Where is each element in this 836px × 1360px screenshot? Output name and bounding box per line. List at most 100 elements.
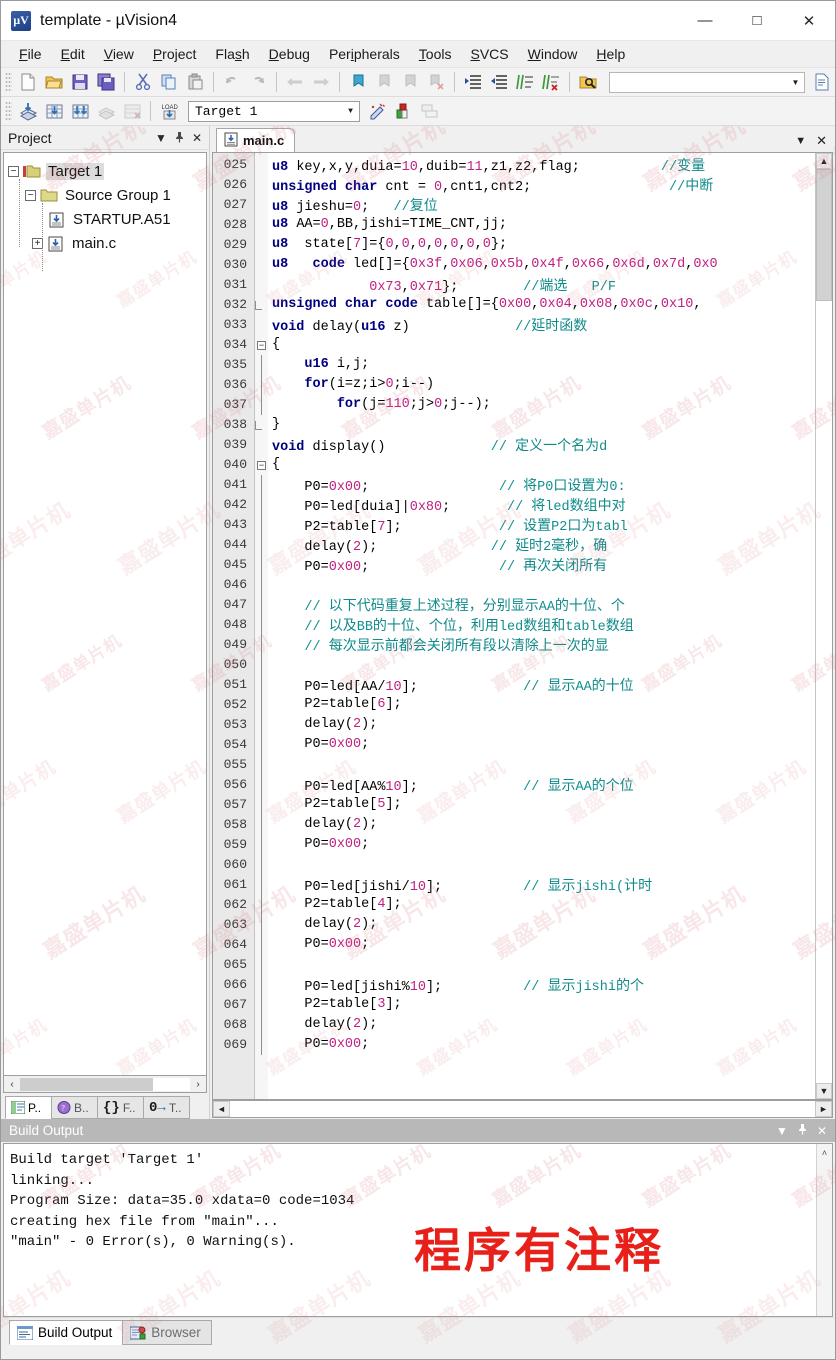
code-line[interactable]: P2=table[7]; // 设置P2口为tabl bbox=[268, 515, 815, 535]
editor-tab-close-icon[interactable]: ✕ bbox=[816, 133, 827, 149]
save-icon[interactable] bbox=[67, 70, 93, 95]
code-line[interactable]: P0=0x00; bbox=[268, 1035, 815, 1055]
code-line[interactable]: for(i=z;i>0;i--) bbox=[268, 375, 815, 395]
code-line[interactable]: P2=table[6]; bbox=[268, 695, 815, 715]
scroll-right-button[interactable]: › bbox=[190, 1077, 206, 1092]
code-line[interactable]: delay(2); bbox=[268, 815, 815, 835]
editor-vscrollbar[interactable]: ▲ ▼ bbox=[815, 153, 832, 1099]
uncomment-icon[interactable] bbox=[538, 70, 564, 95]
code-line[interactable] bbox=[268, 955, 815, 975]
project-tree-hscrollbar[interactable]: ‹ › bbox=[3, 1076, 207, 1093]
tree-node-startup-a51[interactable]: STARTUP.A51 bbox=[8, 207, 206, 231]
bookmark-clear-icon[interactable] bbox=[423, 70, 449, 95]
fold-marker[interactable] bbox=[255, 535, 268, 555]
comment-icon[interactable] bbox=[512, 70, 538, 95]
menu-tools[interactable]: Tools bbox=[410, 44, 462, 64]
project-tree[interactable]: − Target 1 − Source Group 1 bbox=[3, 152, 207, 1076]
fold-marker[interactable] bbox=[255, 955, 268, 975]
code-line[interactable]: u8 state[7]={0,0,0,0,0,0,0}; bbox=[268, 235, 815, 255]
fold-marker[interactable] bbox=[255, 395, 268, 415]
build-target-icon[interactable] bbox=[41, 99, 67, 124]
manage-components-icon[interactable] bbox=[390, 99, 416, 124]
code-line[interactable]: P2=table[5]; bbox=[268, 795, 815, 815]
tab-main-c[interactable]: main.c bbox=[216, 128, 295, 152]
fold-marker[interactable] bbox=[255, 715, 268, 735]
code-text[interactable]: u8 key,x,y,duia=10,duib=11,z1,z2,flag; /… bbox=[268, 153, 815, 1099]
code-line[interactable]: unsigned char code table[]={0x00,0x04,0x… bbox=[268, 295, 815, 315]
project-tab-1[interactable]: ?B.. bbox=[51, 1096, 98, 1119]
bookmark-next-icon[interactable] bbox=[397, 70, 423, 95]
outdent-icon[interactable] bbox=[486, 70, 512, 95]
code-folding-margin[interactable]: −− bbox=[255, 153, 268, 1099]
scroll-track[interactable] bbox=[230, 1101, 815, 1117]
code-line[interactable]: P0=0x00; bbox=[268, 835, 815, 855]
code-line[interactable]: u8 AA=0,BB,jishi=TIME_CNT,jj; bbox=[268, 215, 815, 235]
menu-help[interactable]: Help bbox=[587, 44, 635, 64]
undo-icon[interactable] bbox=[219, 70, 245, 95]
navigate-back-icon[interactable] bbox=[282, 70, 308, 95]
code-line[interactable]: // 以下代码重复上述过程，分别显示AA的十位、个 bbox=[268, 595, 815, 615]
text-document-icon[interactable] bbox=[809, 70, 835, 95]
menu-project[interactable]: Project bbox=[144, 44, 207, 64]
indent-icon[interactable] bbox=[460, 70, 486, 95]
fold-marker[interactable] bbox=[255, 1015, 268, 1035]
minimize-button[interactable]: — bbox=[679, 1, 731, 41]
scroll-left-button[interactable]: ‹ bbox=[4, 1077, 20, 1092]
code-line[interactable]: P0=0x00; // 将P0口设置为0: bbox=[268, 475, 815, 495]
chevron-down-icon[interactable]: ▼ bbox=[787, 73, 804, 92]
fold-marker[interactable] bbox=[255, 595, 268, 615]
editor-tab-menu-icon[interactable]: ▼ bbox=[795, 135, 806, 147]
fold-marker[interactable] bbox=[255, 655, 268, 675]
download-icon[interactable]: LOAD bbox=[156, 99, 182, 124]
cut-icon[interactable] bbox=[130, 70, 156, 95]
find-combo-box[interactable]: ▼ bbox=[609, 72, 805, 93]
new-file-icon[interactable] bbox=[15, 70, 41, 95]
maximize-button[interactable]: □ bbox=[731, 1, 783, 41]
menu-debug[interactable]: Debug bbox=[260, 44, 320, 64]
target-options-icon[interactable] bbox=[364, 99, 390, 124]
tree-node-target[interactable]: − Target 1 bbox=[8, 159, 206, 183]
navigate-forward-icon[interactable] bbox=[308, 70, 334, 95]
target-select[interactable]: Target 1 ▼ bbox=[188, 101, 360, 122]
toolbar-grip[interactable] bbox=[5, 101, 12, 121]
code-line[interactable]: P0=led[jishi/10]; // 显示jishi(计时 bbox=[268, 875, 815, 895]
code-line[interactable]: // 每次显示前都会关闭所有段以清除上一次的显 bbox=[268, 635, 815, 655]
pin-icon[interactable] bbox=[174, 131, 185, 145]
build-output-vscrollbar[interactable]: ˄ bbox=[816, 1144, 832, 1316]
code-editor[interactable]: 0250260270280290300310320330340350360370… bbox=[212, 152, 833, 1100]
fold-marker[interactable]: − bbox=[255, 335, 268, 355]
fold-marker[interactable] bbox=[255, 635, 268, 655]
fold-marker[interactable] bbox=[255, 855, 268, 875]
project-tab-2[interactable]: {}F.. bbox=[97, 1096, 144, 1119]
fold-marker[interactable] bbox=[255, 615, 268, 635]
fold-marker[interactable] bbox=[255, 675, 268, 695]
scroll-down-button[interactable]: ▼ bbox=[816, 1083, 832, 1099]
fold-marker[interactable] bbox=[255, 935, 268, 955]
panel-menu-chevron-icon[interactable]: ▼ bbox=[155, 132, 167, 144]
fold-marker[interactable] bbox=[255, 375, 268, 395]
rebuild-all-icon[interactable] bbox=[67, 99, 93, 124]
code-line[interactable]: // 以及BB的十位、个位，利用led数组和table数组 bbox=[268, 615, 815, 635]
menu-file[interactable]: File bbox=[10, 44, 52, 64]
panel-menu-chevron-icon[interactable]: ▼ bbox=[776, 1124, 788, 1138]
code-line[interactable]: delay(2); bbox=[268, 1015, 815, 1035]
batch-build-icon[interactable] bbox=[93, 99, 119, 124]
open-file-icon[interactable] bbox=[41, 70, 67, 95]
code-line[interactable]: P0=led[AA/10]; // 显示AA的十位 bbox=[268, 675, 815, 695]
fold-marker[interactable] bbox=[255, 695, 268, 715]
scroll-thumb[interactable] bbox=[20, 1078, 153, 1091]
fold-marker[interactable] bbox=[255, 875, 268, 895]
code-line[interactable]: P0=led[duia]|0x80; // 将led数组中对 bbox=[268, 495, 815, 515]
fold-marker[interactable] bbox=[255, 515, 268, 535]
code-line[interactable]: P0=led[jishi%10]; // 显示jishi的个 bbox=[268, 975, 815, 995]
code-line[interactable]: { bbox=[268, 455, 815, 475]
bookmark-prev-icon[interactable] bbox=[371, 70, 397, 95]
fold-marker[interactable] bbox=[255, 895, 268, 915]
scroll-up-button[interactable]: ˄ bbox=[822, 1148, 827, 1158]
redo-icon[interactable] bbox=[245, 70, 271, 95]
fold-marker[interactable] bbox=[255, 295, 268, 315]
code-line[interactable] bbox=[268, 655, 815, 675]
code-line[interactable]: u8 code led[]={0x3f,0x06,0x5b,0x4f,0x66,… bbox=[268, 255, 815, 275]
expander-icon[interactable]: − bbox=[25, 190, 36, 201]
fold-marker[interactable] bbox=[255, 1035, 268, 1055]
